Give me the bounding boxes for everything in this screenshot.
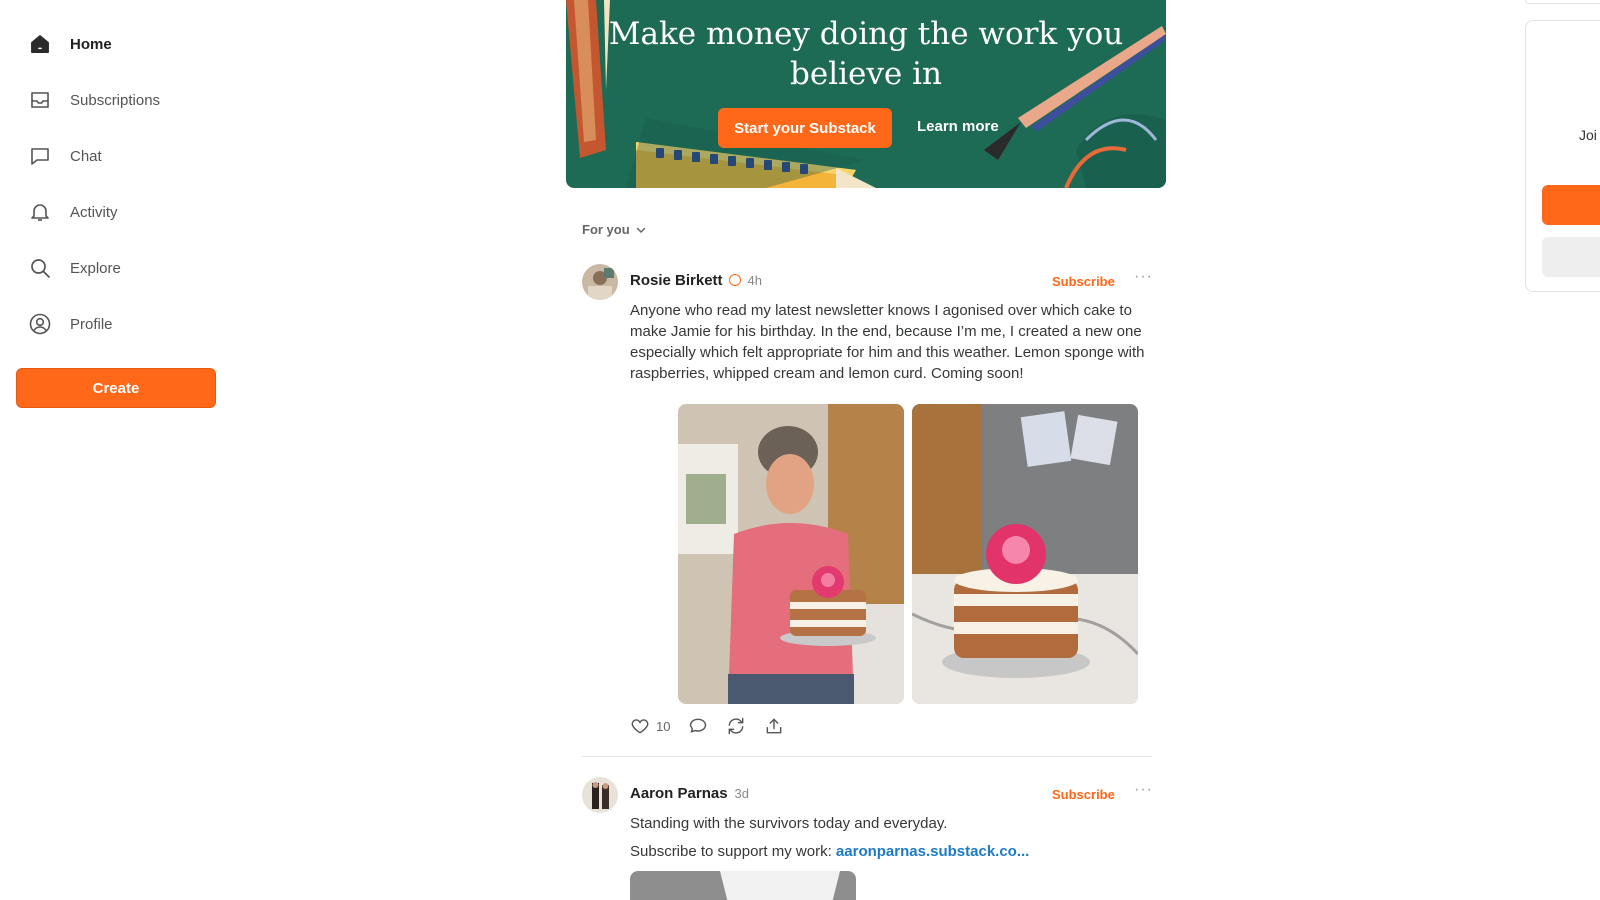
- more-options-icon[interactable]: ···: [1134, 268, 1153, 286]
- support-text-line: Subscribe to support my work: aaronparna…: [630, 841, 1150, 862]
- man-with-cake-photo: [678, 404, 904, 704]
- subscribe-button[interactable]: Subscribe: [1052, 787, 1115, 802]
- heart-icon: [631, 719, 649, 734]
- post-header: Rosie Birkett 4h: [630, 272, 762, 289]
- search-icon: [28, 256, 52, 280]
- cake-photo: [912, 404, 1138, 704]
- feed-post: Aaron Parnas 3d Subscribe ··· Standing w…: [582, 777, 1152, 900]
- post-image-preview: [630, 871, 856, 900]
- verified-icon: [728, 274, 741, 286]
- sidebar-item-label: Activity: [70, 203, 118, 221]
- inbox-icon: [28, 88, 52, 112]
- substack-link[interactable]: aaronparnas.substack.co...: [836, 843, 1029, 860]
- comment-icon: [690, 718, 707, 733]
- post-time: 3d: [734, 786, 750, 801]
- sidebar-item-label: Explore: [70, 259, 121, 277]
- comment-button[interactable]: [688, 716, 708, 736]
- profile-icon: [28, 312, 52, 336]
- start-substack-button[interactable]: Start your Substack: [718, 108, 892, 148]
- support-text: Subscribe to support my work:: [630, 843, 836, 860]
- post-time: 4h: [747, 273, 762, 288]
- sidebar-item-explore[interactable]: Explore: [16, 246, 216, 290]
- chevron-down-icon: [636, 227, 645, 233]
- banner-title: Make money doing the work you believe in: [608, 16, 1124, 92]
- bell-icon: [28, 200, 52, 224]
- like-count: 10: [656, 718, 671, 734]
- post-text: Standing with the survivors today and ev…: [630, 815, 948, 832]
- sidebar-item-label: Subscriptions: [70, 91, 161, 109]
- sidebar: Home Subscriptions Chat Activity Explore…: [0, 0, 232, 900]
- restack-icon: [729, 717, 744, 735]
- share-icon: [767, 718, 782, 734]
- more-options-icon[interactable]: ···: [1134, 781, 1153, 799]
- feed-filter-label: For you: [582, 222, 630, 237]
- sidebar-item-activity[interactable]: Activity: [16, 190, 216, 234]
- post-image[interactable]: [912, 404, 1138, 704]
- join-primary-button[interactable]: [1542, 185, 1600, 225]
- author-name[interactable]: Aaron Parnas: [630, 785, 728, 802]
- sidebar-item-home[interactable]: Home: [16, 22, 216, 66]
- promo-banner: Make money doing the work you believe in…: [566, 0, 1166, 188]
- post-image[interactable]: [630, 871, 856, 900]
- sidebar-item-chat[interactable]: Chat: [16, 134, 216, 178]
- join-text: Joi: [1579, 127, 1597, 143]
- share-button[interactable]: [764, 716, 784, 736]
- post-divider: [582, 756, 1152, 757]
- create-button[interactable]: Create: [16, 368, 216, 408]
- right-panel-edge: [1525, 0, 1600, 4]
- sidebar-item-label: Home: [70, 35, 112, 53]
- sidebar-item-profile[interactable]: Profile: [16, 302, 216, 346]
- home-icon: [28, 32, 52, 56]
- subscribe-button[interactable]: Subscribe: [1052, 274, 1115, 289]
- sidebar-item-label: Profile: [70, 315, 113, 333]
- right-panel-card: Joi: [1525, 20, 1600, 292]
- learn-more-link[interactable]: Learn more: [917, 118, 999, 135]
- restack-button[interactable]: [726, 716, 746, 736]
- like-button[interactable]: 10: [630, 716, 670, 736]
- sidebar-item-subscriptions[interactable]: Subscriptions: [16, 78, 216, 122]
- post-text: Anyone who read my latest newsletter kno…: [630, 302, 1145, 382]
- post-actions: 10: [630, 716, 802, 736]
- post-header: Aaron Parnas 3d: [630, 785, 749, 802]
- feed-post: Rosie Birkett 4h Subscribe ··· Anyone wh…: [582, 264, 1152, 744]
- feed-filter-dropdown[interactable]: For you: [582, 222, 646, 237]
- post-image[interactable]: [678, 404, 904, 704]
- sidebar-item-label: Chat: [70, 147, 102, 165]
- join-secondary-button[interactable]: [1542, 237, 1600, 277]
- avatar[interactable]: [582, 264, 618, 300]
- avatar[interactable]: [582, 777, 618, 813]
- author-name[interactable]: Rosie Birkett: [630, 272, 723, 289]
- chat-icon: [28, 144, 52, 168]
